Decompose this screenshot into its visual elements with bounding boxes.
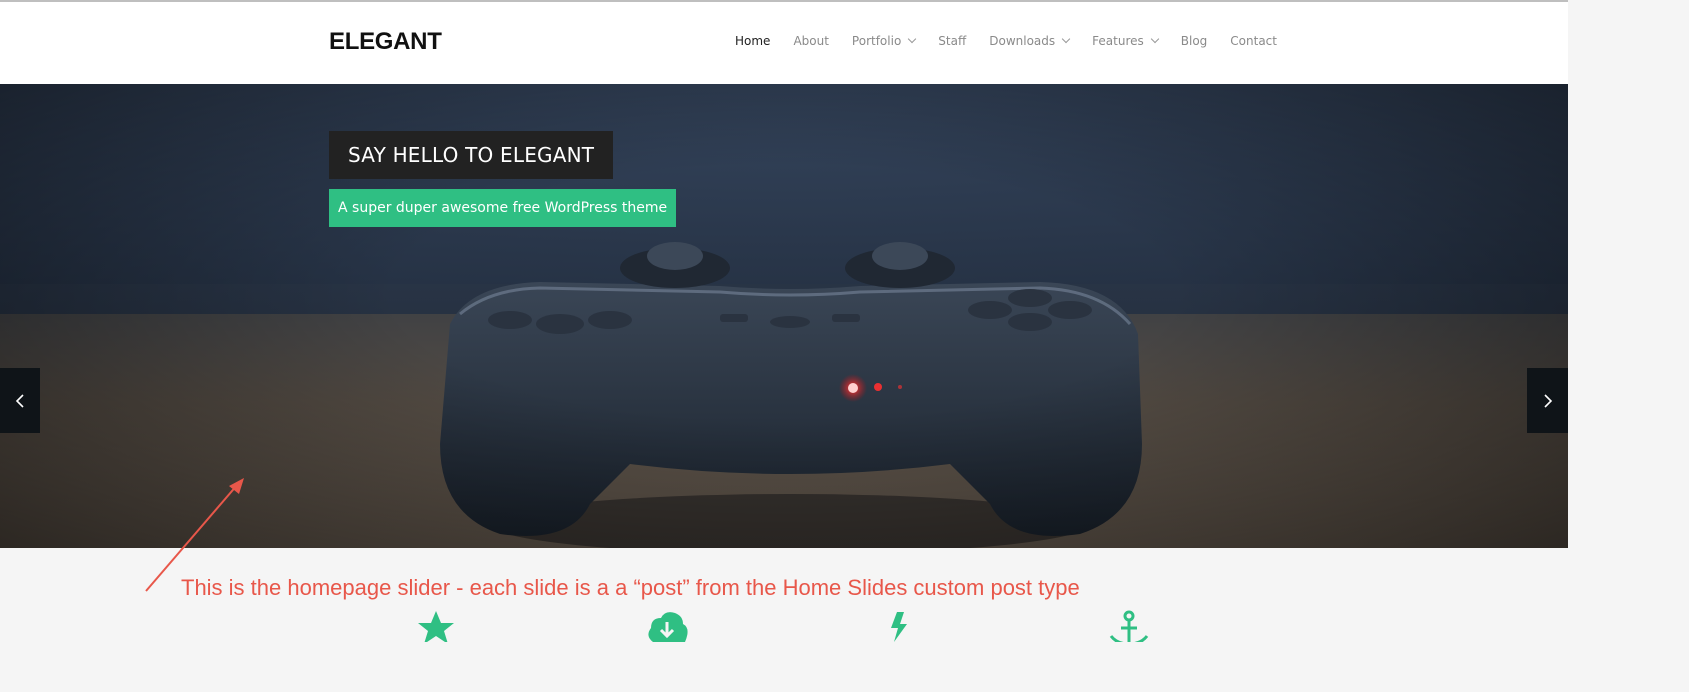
cloud-download-icon (648, 612, 688, 642)
nav-item-features[interactable]: Features (1092, 34, 1160, 48)
chevron-right-icon (1543, 393, 1552, 408)
nav-item-portfolio[interactable]: Portfolio (851, 34, 917, 48)
main-navigation: Home About Portfolio Staff Downloads Fea… (735, 34, 1277, 48)
nav-item-contact[interactable]: Contact (1230, 34, 1277, 48)
slide-vignette (0, 84, 1568, 548)
nav-item-blog[interactable]: Blog (1181, 34, 1208, 48)
chevron-down-icon (908, 34, 917, 44)
star-icon (418, 611, 454, 642)
nav-item-label: Contact (1230, 34, 1277, 48)
nav-item-downloads[interactable]: Downloads (989, 34, 1071, 48)
chevron-down-icon (1150, 34, 1160, 44)
site-header: ELEGANT Home About Portfolio Staff Downl… (0, 2, 1568, 84)
nav-item-label: Staff (938, 34, 967, 48)
nav-item-label: Home (735, 34, 771, 48)
nav-item-about[interactable]: About (793, 34, 828, 48)
slider-next-button[interactable] (1527, 368, 1568, 433)
bolt-icon (891, 612, 907, 642)
nav-item-label: Portfolio (851, 34, 902, 48)
slider-prev-button[interactable] (0, 368, 40, 433)
chevron-down-icon (1061, 34, 1071, 44)
nav-item-label: Downloads (989, 34, 1056, 48)
nav-item-label: Blog (1180, 34, 1208, 48)
nav-item-staff[interactable]: Staff (938, 34, 966, 48)
nav-item-home[interactable]: Home (735, 34, 770, 48)
site-logo[interactable]: ELEGANT (329, 28, 442, 56)
slide-subtitle: A super duper awesome free WordPress the… (329, 189, 677, 227)
slide-title: SAY HELLO TO ELEGANT (329, 131, 614, 179)
anchor-icon (1109, 610, 1149, 642)
chevron-left-icon (15, 393, 24, 408)
homepage-slider (0, 84, 1568, 548)
annotation-text: This is the homepage slider - each slide… (181, 575, 1080, 600)
nav-item-label: Features (1092, 34, 1144, 48)
nav-item-label: About (793, 34, 829, 48)
